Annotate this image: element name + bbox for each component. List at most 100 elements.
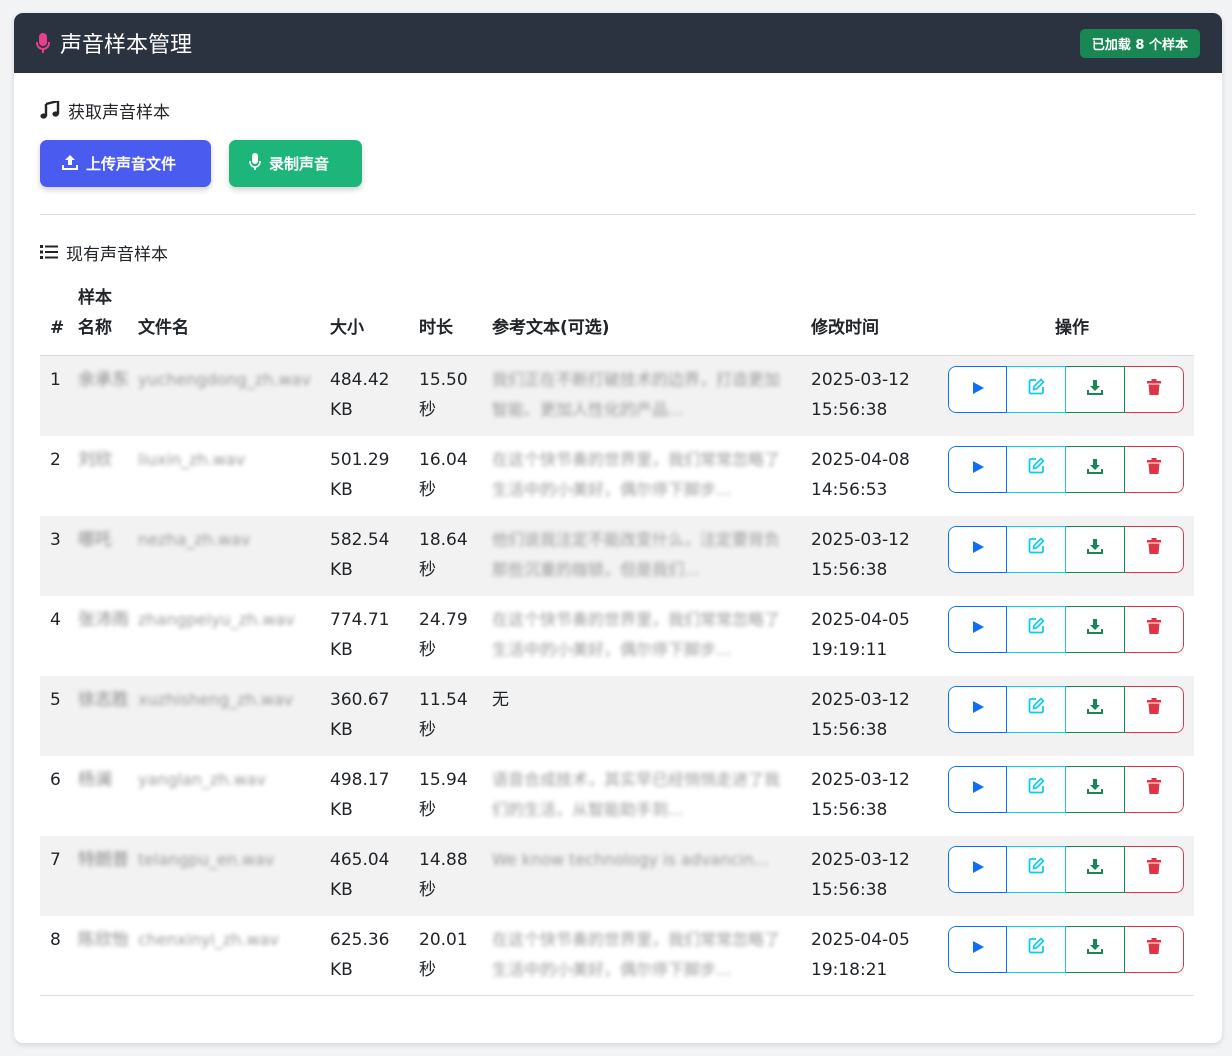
row-filename: zhangpeiyu_zh.wav: [138, 609, 295, 629]
row-ref-text: 在这个快节奏的世界里，我们常常忽略了生活中的小美好，偶尔停下脚步...: [492, 915, 811, 996]
edit-button[interactable]: [1007, 925, 1066, 973]
row-actions: [948, 915, 1194, 996]
upload-file-button[interactable]: 上传声音文件: [40, 140, 211, 187]
delete-button[interactable]: [1125, 765, 1184, 813]
row-actions: [948, 675, 1194, 756]
play-icon: [971, 534, 985, 564]
play-icon: [971, 934, 985, 964]
col-header-ref-text: 参考文本(可选): [492, 283, 811, 356]
table-row: 5 徐志胜 xuzhisheng_zh.wav 360.67 KB 11.54 秒 …: [40, 675, 1194, 756]
row-ref-text: 语音合成技术，其实早已经悄悄走进了我们的生活，从智能助手到...: [492, 769, 781, 819]
page-title-text: 声音样本管理: [60, 33, 193, 58]
row-duration: 14.88 秒: [419, 835, 492, 916]
delete-button[interactable]: [1125, 845, 1184, 893]
edit-button[interactable]: [1007, 765, 1066, 813]
row-duration: 16.04 秒: [419, 449, 468, 500]
table-row: 2 刘欣 liuxin_zh.wav 501.29 KB 16.04 秒 在这个快节…: [40, 436, 1194, 516]
play-button[interactable]: [948, 845, 1007, 893]
col-header-size: 大小: [330, 283, 419, 356]
edit-button[interactable]: [1007, 525, 1066, 573]
section-divider: [40, 214, 1196, 215]
edit-icon: [1028, 854, 1045, 884]
row-size: 625.36 KB: [330, 915, 419, 996]
play-button[interactable]: [948, 366, 1007, 413]
microphone-icon: [36, 32, 50, 54]
row-sample-name: 余承东: [78, 355, 138, 436]
row-index: 5: [40, 675, 78, 756]
edit-icon: [1028, 694, 1045, 724]
play-button[interactable]: [948, 925, 1007, 973]
row-actions: [948, 756, 1194, 836]
play-icon: [971, 774, 985, 804]
row-modified: 2025-03-12 15:56:38: [811, 769, 910, 820]
play-icon: [971, 454, 985, 484]
edit-button[interactable]: [1007, 845, 1066, 893]
download-button[interactable]: [1066, 845, 1125, 893]
play-button[interactable]: [948, 525, 1007, 573]
samples-table: # 样本 名称 文件名 大小 时长 参考文本(可选) 修改时间 操作 1 余承东 …: [40, 283, 1194, 996]
download-button[interactable]: [1066, 445, 1125, 493]
row-sample-name: 刘欣: [78, 449, 112, 470]
delete-button[interactable]: [1125, 925, 1184, 973]
row-filename: telangpu_en.wav: [138, 835, 330, 916]
download-button[interactable]: [1066, 685, 1125, 733]
row-modified: 2025-04-05 19:19:11: [811, 609, 910, 660]
row-sample-name: 特朗普: [78, 835, 138, 916]
download-icon: [1087, 375, 1103, 405]
edit-icon: [1028, 614, 1045, 644]
row-index: 8: [40, 915, 78, 996]
row-sample-name: 哪吒: [78, 515, 138, 596]
download-button[interactable]: [1066, 765, 1125, 813]
download-button[interactable]: [1066, 525, 1125, 573]
download-button[interactable]: [1066, 605, 1125, 653]
download-icon: [1087, 934, 1103, 964]
download-button[interactable]: [1066, 366, 1125, 413]
delete-button[interactable]: [1125, 525, 1184, 573]
edit-icon: [1028, 774, 1045, 804]
trash-icon: [1147, 694, 1161, 724]
play-button[interactable]: [948, 685, 1007, 733]
delete-button[interactable]: [1125, 605, 1184, 653]
trash-icon: [1147, 774, 1161, 804]
row-actions: [948, 436, 1194, 516]
download-icon: [1087, 854, 1103, 884]
col-header-index: #: [40, 283, 78, 356]
row-modified: 2025-04-05 19:18:21: [811, 915, 950, 996]
delete-button[interactable]: [1125, 445, 1184, 493]
row-modified: 2025-04-08 14:56:53: [811, 449, 910, 500]
download-button[interactable]: [1066, 925, 1125, 973]
row-ref-text: 在这个快节奏的世界里，我们常常忽略了生活中的小美好，偶尔停下脚步...: [492, 449, 781, 499]
row-sample-name: 陈欣怡: [78, 915, 138, 996]
card-header: 声音样本管理 已加载 8 个样本: [14, 13, 1222, 73]
play-icon: [971, 854, 985, 884]
edit-button[interactable]: [1007, 366, 1066, 413]
play-button[interactable]: [948, 445, 1007, 493]
row-ref-text: 我们正在不断打破技术的边界，打造更加智能、更加人性化的产品...: [492, 355, 811, 436]
edit-button[interactable]: [1007, 605, 1066, 653]
row-index: 4: [50, 609, 61, 630]
edit-button[interactable]: [1007, 445, 1066, 493]
table-header-row: # 样本 名称 文件名 大小 时长 参考文本(可选) 修改时间 操作: [40, 283, 1194, 356]
edit-button[interactable]: [1007, 685, 1066, 733]
row-filename: yanglan_zh.wav: [138, 769, 266, 789]
col-header-actions: 操作: [950, 283, 1194, 356]
row-ref-text: We know technology is advancin...: [492, 835, 811, 916]
play-button[interactable]: [948, 765, 1007, 813]
col-header-filename: 文件名: [138, 283, 330, 356]
trash-icon: [1147, 375, 1161, 405]
table-row: 8 陈欣怡 chenxinyi_zh.wav 625.36 KB 20.01 秒 在…: [40, 915, 1194, 996]
col-header-duration: 时长: [419, 283, 492, 356]
list-icon: [40, 244, 58, 260]
sample-count-badge: 已加载 8 个样本: [1079, 28, 1200, 58]
play-button[interactable]: [948, 605, 1007, 653]
existing-section-label: 现有声音样本: [66, 244, 168, 265]
row-sample-name: 徐志胜: [78, 675, 138, 756]
record-voice-label: 录制声音: [269, 155, 330, 173]
row-modified: 2025-03-12 15:56:38: [811, 355, 950, 436]
record-voice-button[interactable]: 录制声音: [229, 140, 362, 187]
row-modified: 2025-03-12 15:56:38: [811, 515, 950, 596]
delete-button[interactable]: [1125, 366, 1184, 413]
delete-button[interactable]: [1125, 685, 1184, 733]
row-actions: [948, 355, 1194, 436]
row-filename: chenxinyi_zh.wav: [138, 915, 330, 996]
